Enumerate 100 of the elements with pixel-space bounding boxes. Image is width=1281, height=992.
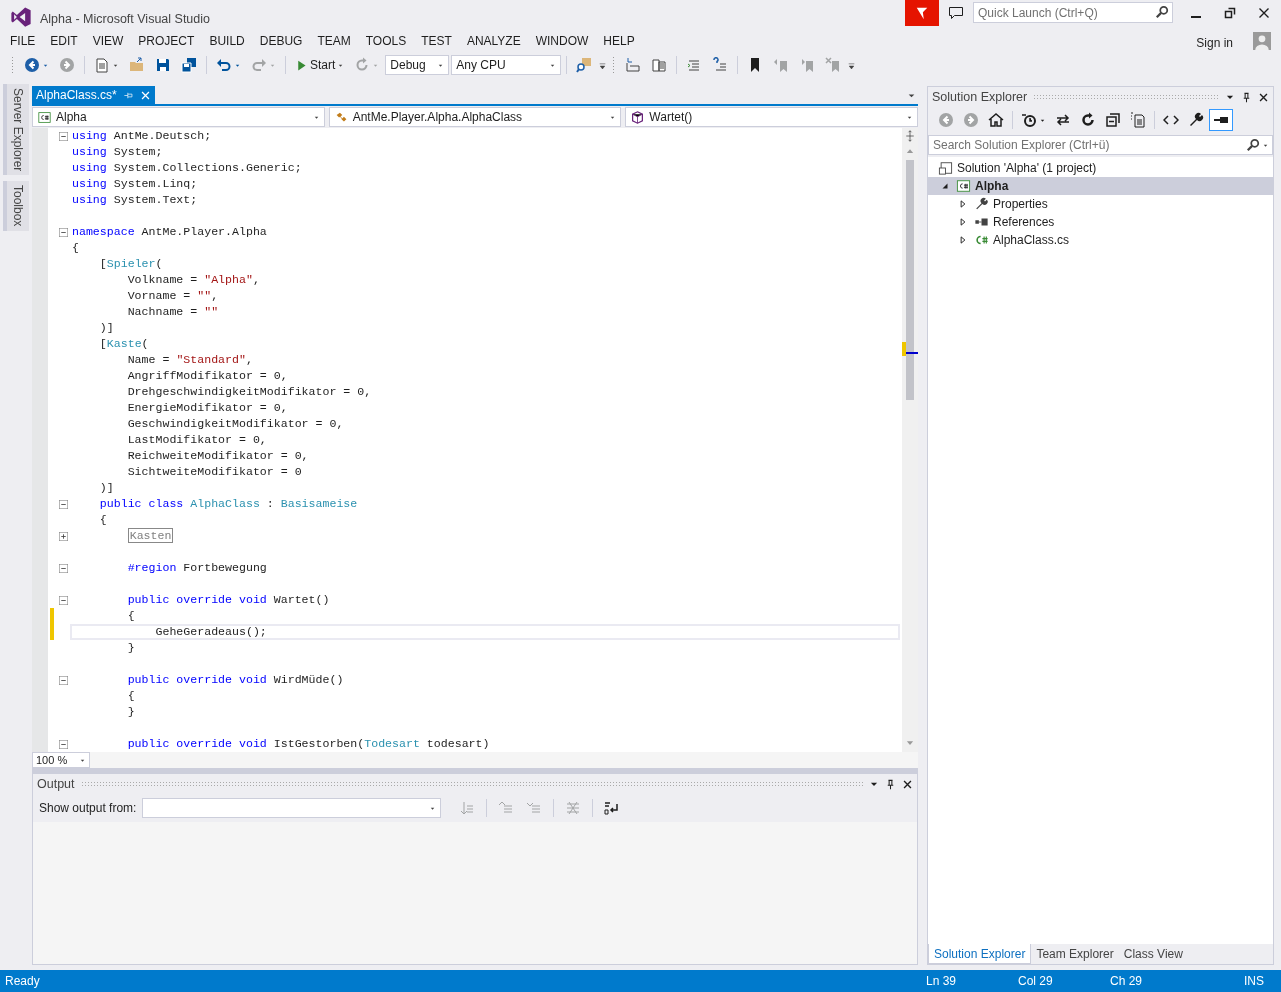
close-icon[interactable] bbox=[1258, 91, 1269, 103]
left-arrow-circle-icon bbox=[24, 57, 40, 73]
pin-icon[interactable] bbox=[1241, 91, 1252, 103]
code-line: public override void IstGestorben(Todesart todesart) bbox=[126, 736, 491, 752]
floppy-disks-icon bbox=[181, 57, 197, 73]
stacked-squares-icon bbox=[1105, 112, 1121, 128]
clock-icon bbox=[1021, 112, 1037, 128]
dropdown-icon[interactable] bbox=[907, 91, 916, 100]
side-tab[interactable]: Server Explorer bbox=[3, 84, 29, 176]
code-line: using System.Collections.Generic; bbox=[71, 160, 303, 176]
code-line: ReichweiteModifikator = 0, bbox=[126, 448, 310, 464]
menu-item[interactable]: VIEW bbox=[85, 30, 130, 52]
character-number: Ch 29 bbox=[1110, 973, 1144, 990]
code-line: )] bbox=[98, 320, 115, 336]
menu-item[interactable]: BUILD bbox=[202, 30, 251, 52]
play-icon bbox=[295, 58, 308, 72]
navigation-dropdown[interactable]: Wartet() bbox=[625, 107, 918, 127]
code-line: SichtweiteModifikator = 0 bbox=[126, 464, 303, 480]
code-line: [Kaste( bbox=[98, 336, 150, 352]
collapse-icon[interactable] bbox=[58, 227, 68, 237]
split-icon[interactable] bbox=[904, 130, 916, 142]
menu-item[interactable]: HELP bbox=[596, 30, 641, 52]
menu-item[interactable]: EDIT bbox=[43, 30, 84, 52]
notification-button[interactable] bbox=[905, 0, 939, 26]
code-line: { bbox=[71, 240, 80, 256]
sign-in-link[interactable]: Sign in bbox=[1189, 28, 1239, 54]
bookmark-arrow-icon bbox=[799, 57, 816, 73]
menu-item[interactable]: TOOLS bbox=[358, 30, 413, 52]
pin-icon[interactable] bbox=[885, 778, 896, 790]
code-line: using AntMe.Deutsch; bbox=[71, 128, 213, 144]
navigation-dropdown[interactable]: AntMe.Player.Alpha.AlphaClass bbox=[328, 107, 622, 127]
refresh-icon bbox=[1080, 112, 1096, 128]
code-line: #region Fortbewegung bbox=[126, 560, 268, 576]
code-line: using System.Text; bbox=[71, 192, 199, 208]
panel-tab[interactable]: Solution Explorer bbox=[928, 944, 1032, 964]
search-field[interactable]: Search Solution Explorer (Ctrl+ü) bbox=[928, 135, 1273, 155]
lines-arrow-icon bbox=[498, 800, 515, 816]
side-tab[interactable]: Toolbox bbox=[3, 181, 29, 231]
menu-item[interactable]: WINDOW bbox=[528, 30, 595, 52]
cross-lines-icon bbox=[565, 800, 582, 816]
code-line: } bbox=[126, 704, 136, 720]
menu-item[interactable]: TEST bbox=[414, 30, 458, 52]
menu-item[interactable]: FILE bbox=[3, 30, 42, 52]
window-title: Alpha - Microsoft Visual Studio bbox=[39, 11, 210, 28]
code-line: )] bbox=[98, 480, 115, 496]
status-message: Ready bbox=[4, 973, 41, 990]
code-line: using System.Linq; bbox=[71, 176, 199, 192]
code-line: Volkname = "Alpha", bbox=[126, 272, 261, 288]
collapse-icon[interactable] bbox=[58, 131, 68, 141]
vertical-scrollbar[interactable] bbox=[902, 128, 918, 752]
menu-item[interactable]: DEBUG bbox=[252, 30, 309, 52]
tree-item[interactable]: Properties bbox=[928, 195, 1273, 213]
collapsed-region[interactable]: Kasten bbox=[127, 528, 174, 543]
tree-item[interactable]: AlphaClass.cs bbox=[928, 231, 1273, 249]
preview-button[interactable] bbox=[1209, 109, 1233, 131]
menu-item[interactable]: ANALYZE bbox=[459, 30, 527, 52]
close-icon[interactable] bbox=[902, 778, 913, 790]
right-arrow-circle-icon bbox=[963, 112, 979, 128]
collapse-icon[interactable] bbox=[58, 739, 68, 749]
document-icon bbox=[94, 57, 110, 73]
scrollbar-thumb[interactable] bbox=[906, 160, 914, 400]
insert-mode: INS bbox=[1244, 973, 1264, 990]
panel-tab[interactable]: Class View bbox=[1118, 944, 1188, 964]
code-line: public override void WirdMüde() bbox=[126, 672, 345, 688]
menu-item[interactable]: PROJECT bbox=[131, 30, 201, 52]
wrench-icon bbox=[974, 197, 989, 211]
menu-item[interactable]: TEAM bbox=[310, 30, 357, 52]
documents-icon bbox=[1130, 112, 1146, 128]
redo-arrow-icon bbox=[251, 57, 267, 73]
collapse-icon[interactable] bbox=[58, 675, 68, 685]
flag-icon bbox=[915, 6, 929, 20]
code-line: public override void Wartet() bbox=[126, 592, 331, 608]
collapse-icon[interactable] bbox=[58, 499, 68, 509]
tree-item[interactable]: Solution 'Alpha' (1 project) bbox=[928, 159, 1273, 177]
bookmark-cross-icon bbox=[825, 57, 842, 73]
code-line: [Spieler( bbox=[98, 256, 164, 272]
two-way-arrows-icon bbox=[1055, 112, 1071, 128]
collapse-icon[interactable] bbox=[58, 563, 68, 573]
panel-tab[interactable]: Team Explorer bbox=[1031, 944, 1119, 964]
navigation-dropdown[interactable]: Alpha bbox=[32, 107, 325, 127]
right-arrow-circle-icon bbox=[59, 57, 75, 73]
code-line: public class AlphaClass : Basisameise bbox=[98, 496, 359, 512]
quick-launch-field[interactable]: Quick Launch (Ctrl+Q) bbox=[973, 2, 1173, 23]
folder-icon bbox=[129, 57, 145, 73]
code-line: DrehgeschwindigkeitModifikator = 0, bbox=[126, 384, 373, 400]
show-output-label: Show output from: bbox=[39, 800, 137, 817]
speech-bubble-icon bbox=[948, 5, 964, 21]
code-line: LastModifikator = 0, bbox=[126, 432, 268, 448]
start-button[interactable]: Start bbox=[291, 54, 349, 76]
toolbar-dropdown[interactable]: Debug bbox=[385, 55, 450, 75]
toolbar-dropdown[interactable]: Any CPU bbox=[451, 55, 562, 75]
expand-icon[interactable] bbox=[58, 531, 68, 541]
caret-position-indicator bbox=[906, 352, 918, 354]
left-arrow-circle-icon bbox=[938, 112, 954, 128]
zoom-dropdown[interactable]: 100 % bbox=[32, 752, 90, 768]
close-icon bbox=[1258, 7, 1270, 19]
search-icon bbox=[1155, 5, 1169, 19]
tree-item[interactable]: Alpha bbox=[928, 177, 1273, 195]
collapse-icon[interactable] bbox=[58, 595, 68, 605]
tree-item[interactable]: References bbox=[928, 213, 1273, 231]
